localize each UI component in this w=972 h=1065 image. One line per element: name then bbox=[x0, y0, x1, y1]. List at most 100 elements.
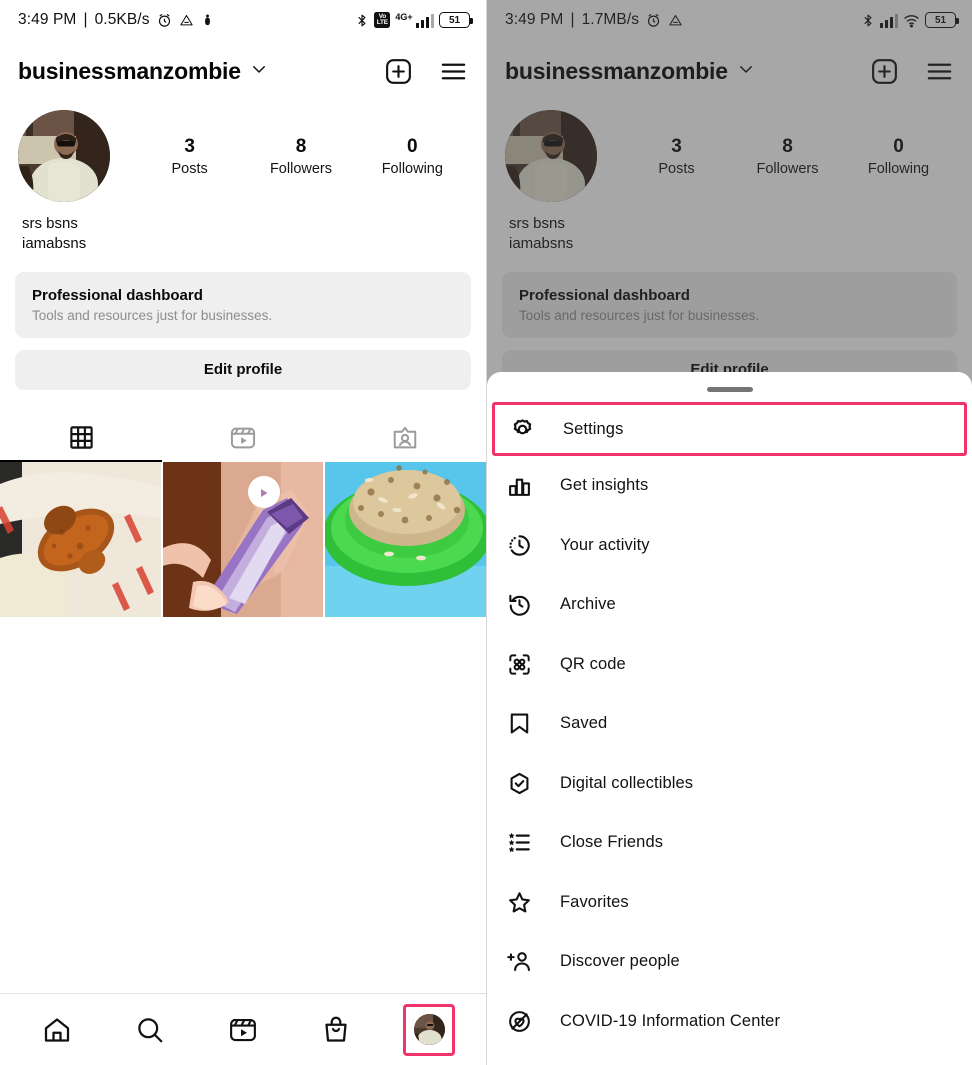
menu-item-covid-information-center[interactable]: COVID-19 Information Center bbox=[487, 992, 972, 1052]
figure-icon bbox=[201, 13, 214, 27]
menu-item-label: Digital collectibles bbox=[560, 773, 694, 792]
reels-tab[interactable] bbox=[213, 1004, 273, 1056]
post-thumbnail[interactable] bbox=[325, 461, 486, 617]
status-bar-left: 3:49 PM | 0.5KB/s bbox=[18, 11, 214, 29]
tagged-tab[interactable] bbox=[324, 416, 486, 460]
menu-item-digital-collectibles[interactable]: Digital collectibles bbox=[487, 754, 972, 814]
profile-stats: 3 Posts 8 Followers 0 Following bbox=[110, 135, 468, 177]
menu-item-label: COVID-19 Information Center bbox=[560, 1011, 781, 1030]
stat-value: 8 bbox=[295, 136, 307, 158]
grid-tab[interactable] bbox=[0, 416, 162, 462]
stat-label: Following bbox=[381, 160, 443, 177]
hexagon-check-icon bbox=[507, 771, 547, 796]
menu-item-favorites[interactable]: Favorites bbox=[487, 873, 972, 933]
menu-item-settings[interactable]: Settings bbox=[492, 402, 967, 456]
drag-handle[interactable] bbox=[706, 387, 753, 392]
home-tab[interactable] bbox=[27, 1004, 87, 1056]
left-screen: 3:49 PM | 0.5KB/s Vo LTE 4G+ 51 business… bbox=[0, 0, 486, 1065]
menu-item-label: Close Friends bbox=[560, 833, 664, 852]
menu-item-label: Settings bbox=[563, 419, 624, 438]
grid-icon bbox=[69, 426, 93, 450]
profile-header: businessmanzombie bbox=[0, 40, 486, 102]
menu-item-label: Get insights bbox=[560, 476, 649, 495]
chevron-down-icon[interactable] bbox=[250, 60, 268, 83]
search-tab[interactable] bbox=[120, 1004, 180, 1056]
status-time: 3:49 PM bbox=[18, 11, 77, 28]
selected-tab-highlight bbox=[403, 1003, 456, 1056]
profile-summary: 3 Posts 8 Followers 0 Following bbox=[0, 102, 486, 202]
menu-list: Settings Get insights Your activity Arch… bbox=[487, 402, 972, 1051]
menu-item-get-insights[interactable]: Get insights bbox=[487, 456, 972, 516]
avatar[interactable] bbox=[18, 110, 110, 202]
profile-avatar-icon bbox=[413, 1014, 445, 1045]
menu-item-close-friends[interactable]: Close Friends bbox=[487, 813, 972, 873]
drive-triangle-icon bbox=[179, 13, 194, 28]
dashboard-title: Professional dashboard bbox=[32, 286, 203, 304]
dashboard-subtitle: Tools and resources just for businesses. bbox=[32, 307, 273, 323]
bluetooth-icon bbox=[355, 12, 369, 29]
network-type-label: 4G+ bbox=[395, 11, 413, 22]
menu-item-saved[interactable]: Saved bbox=[487, 694, 972, 754]
stat-label: Posts bbox=[171, 160, 208, 177]
clock-activity-icon bbox=[507, 533, 547, 558]
archive-clock-back-icon bbox=[507, 592, 547, 617]
reels-icon bbox=[230, 427, 256, 449]
reels-tab[interactable] bbox=[162, 416, 324, 460]
status-bar-right: Vo LTE 4G+ 51 bbox=[355, 11, 473, 29]
menu-item-discover-people[interactable]: Discover people bbox=[487, 932, 972, 992]
tagged-person-icon bbox=[393, 426, 417, 449]
menu-item-label: Favorites bbox=[560, 892, 629, 911]
options-bottom-sheet: Settings Get insights Your activity Arch… bbox=[487, 372, 972, 1065]
menu-item-label: Discover people bbox=[560, 952, 680, 971]
amethyst-crystal-post bbox=[162, 461, 324, 617]
stat-label: Followers bbox=[269, 160, 332, 177]
post-grid bbox=[0, 461, 486, 617]
stat-posts[interactable]: 3 Posts bbox=[154, 135, 226, 177]
battery-icon: 51 bbox=[439, 12, 473, 28]
stat-value: 0 bbox=[407, 136, 418, 158]
star-icon bbox=[507, 890, 547, 915]
menu-item-your-activity[interactable]: Your activity bbox=[487, 516, 972, 576]
status-bar: 3:49 PM | 0.5KB/s Vo LTE 4G+ 51 bbox=[0, 0, 486, 40]
status-data-rate: 0.5KB/s bbox=[94, 11, 150, 28]
bio-handle: iamabsns bbox=[22, 234, 87, 252]
profile-bio: srs bsns iamabsns bbox=[0, 202, 486, 254]
menu-item-archive[interactable]: Archive bbox=[487, 575, 972, 635]
shop-tab[interactable] bbox=[306, 1004, 366, 1056]
stat-following[interactable]: 0 Following bbox=[376, 135, 448, 177]
shopping-bag-icon bbox=[325, 1016, 347, 1042]
right-screen: 3:49 PM | 1.7MB/s 51 businessmanzombie 3… bbox=[486, 0, 972, 1065]
add-post-icon[interactable] bbox=[384, 57, 413, 86]
professional-dashboard-card[interactable]: Professional dashboard Tools and resourc… bbox=[15, 271, 471, 338]
stat-followers[interactable]: 8 Followers bbox=[265, 135, 337, 177]
profile-photo bbox=[18, 110, 110, 202]
status-separator: | bbox=[83, 11, 88, 28]
menu-item-label: Archive bbox=[560, 595, 616, 614]
screenshot-pair: 3:49 PM | 0.5KB/s Vo LTE 4G+ 51 business… bbox=[0, 0, 972, 1065]
signal-bars-icon bbox=[415, 13, 434, 28]
stat-value: 3 bbox=[184, 136, 195, 158]
menu-item-label: Your activity bbox=[560, 535, 650, 554]
hamburger-menu-icon[interactable] bbox=[439, 57, 468, 86]
reels-icon bbox=[230, 1018, 256, 1041]
menu-item-qr-code[interactable]: QR code bbox=[487, 635, 972, 695]
fried-chicken-post bbox=[0, 461, 161, 617]
heart-shield-icon bbox=[507, 1009, 547, 1034]
search-icon bbox=[138, 1017, 163, 1042]
page-title[interactable]: businessmanzombie bbox=[18, 58, 241, 85]
rice-plate-post bbox=[325, 461, 486, 617]
menu-item-label: QR code bbox=[560, 654, 626, 673]
battery-level: 51 bbox=[448, 14, 461, 26]
post-thumbnail[interactable] bbox=[0, 461, 161, 617]
bottom-navigation bbox=[0, 993, 486, 1065]
profile-tab[interactable] bbox=[399, 1003, 459, 1056]
settings-gear-icon bbox=[510, 417, 550, 442]
display-name: srs bsns bbox=[22, 215, 78, 232]
post-thumbnail[interactable] bbox=[162, 461, 324, 617]
qr-code-icon bbox=[507, 652, 547, 677]
add-person-icon bbox=[507, 949, 547, 974]
edit-profile-button[interactable]: Edit profile bbox=[15, 349, 471, 390]
star-list-icon bbox=[507, 830, 547, 855]
alarm-clock-icon bbox=[157, 13, 172, 28]
bar-chart-icon bbox=[507, 473, 547, 498]
